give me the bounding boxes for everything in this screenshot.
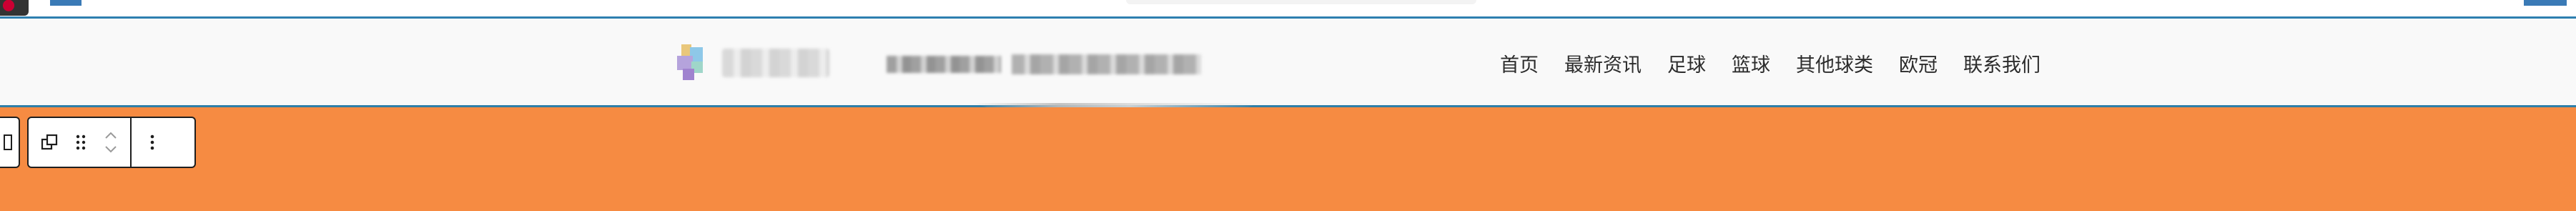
nav-item-latest-news[interactable]: 最新资讯 — [1564, 49, 1642, 77]
toolbar-group-options — [132, 118, 173, 167]
editor-top-bar — [0, 0, 2576, 17]
top-center-bar[interactable] — [1126, 0, 1476, 4]
top-left-tab[interactable] — [50, 0, 82, 6]
nav-item-champions-league[interactable]: 欧冠 — [1899, 49, 1938, 77]
site-header: 首页 最新资讯 足球 篮球 其他球类 欧冠 联系我们 — [0, 19, 2576, 113]
drag-handle[interactable] — [67, 124, 94, 161]
nav-item-contact[interactable]: 联系我们 — [1963, 49, 2040, 77]
drag-handle-icon — [76, 134, 86, 150]
main-navigation: 首页 最新资讯 足球 篮球 其他球类 欧冠 联系我们 — [1500, 49, 2040, 77]
block-mover — [99, 121, 123, 164]
transform-block-icon — [41, 134, 58, 150]
site-tagline-blurred — [887, 56, 1001, 73]
top-right-tab[interactable] — [2524, 0, 2567, 6]
block-type-stub-icon — [4, 134, 12, 150]
block-toolbar — [27, 117, 196, 168]
more-options-button[interactable] — [139, 124, 166, 161]
nav-item-other-sports[interactable]: 其他球类 — [1796, 49, 1873, 77]
site-logo[interactable] — [676, 40, 711, 84]
transform-block-button[interactable] — [36, 124, 63, 161]
nav-item-football[interactable]: 足球 — [1667, 49, 1706, 77]
move-up-icon[interactable] — [103, 130, 119, 140]
block-type-button[interactable] — [0, 117, 20, 168]
site-title-blurred[interactable] — [722, 49, 829, 77]
content-block[interactable] — [0, 107, 2576, 211]
more-options-icon — [150, 134, 154, 150]
logo-block — [677, 56, 693, 70]
toolbar-group-block — [29, 118, 130, 167]
site-tagline-blurred — [1012, 54, 1201, 74]
logo-block — [683, 69, 694, 80]
page: 首页 最新资讯 足球 篮球 其他球类 欧冠 联系我们 — [0, 0, 2576, 211]
site-icon[interactable] — [0, 0, 29, 16]
move-down-icon[interactable] — [103, 144, 119, 154]
nav-item-home[interactable]: 首页 — [1500, 49, 1539, 77]
nav-item-basketball[interactable]: 篮球 — [1732, 49, 1770, 77]
